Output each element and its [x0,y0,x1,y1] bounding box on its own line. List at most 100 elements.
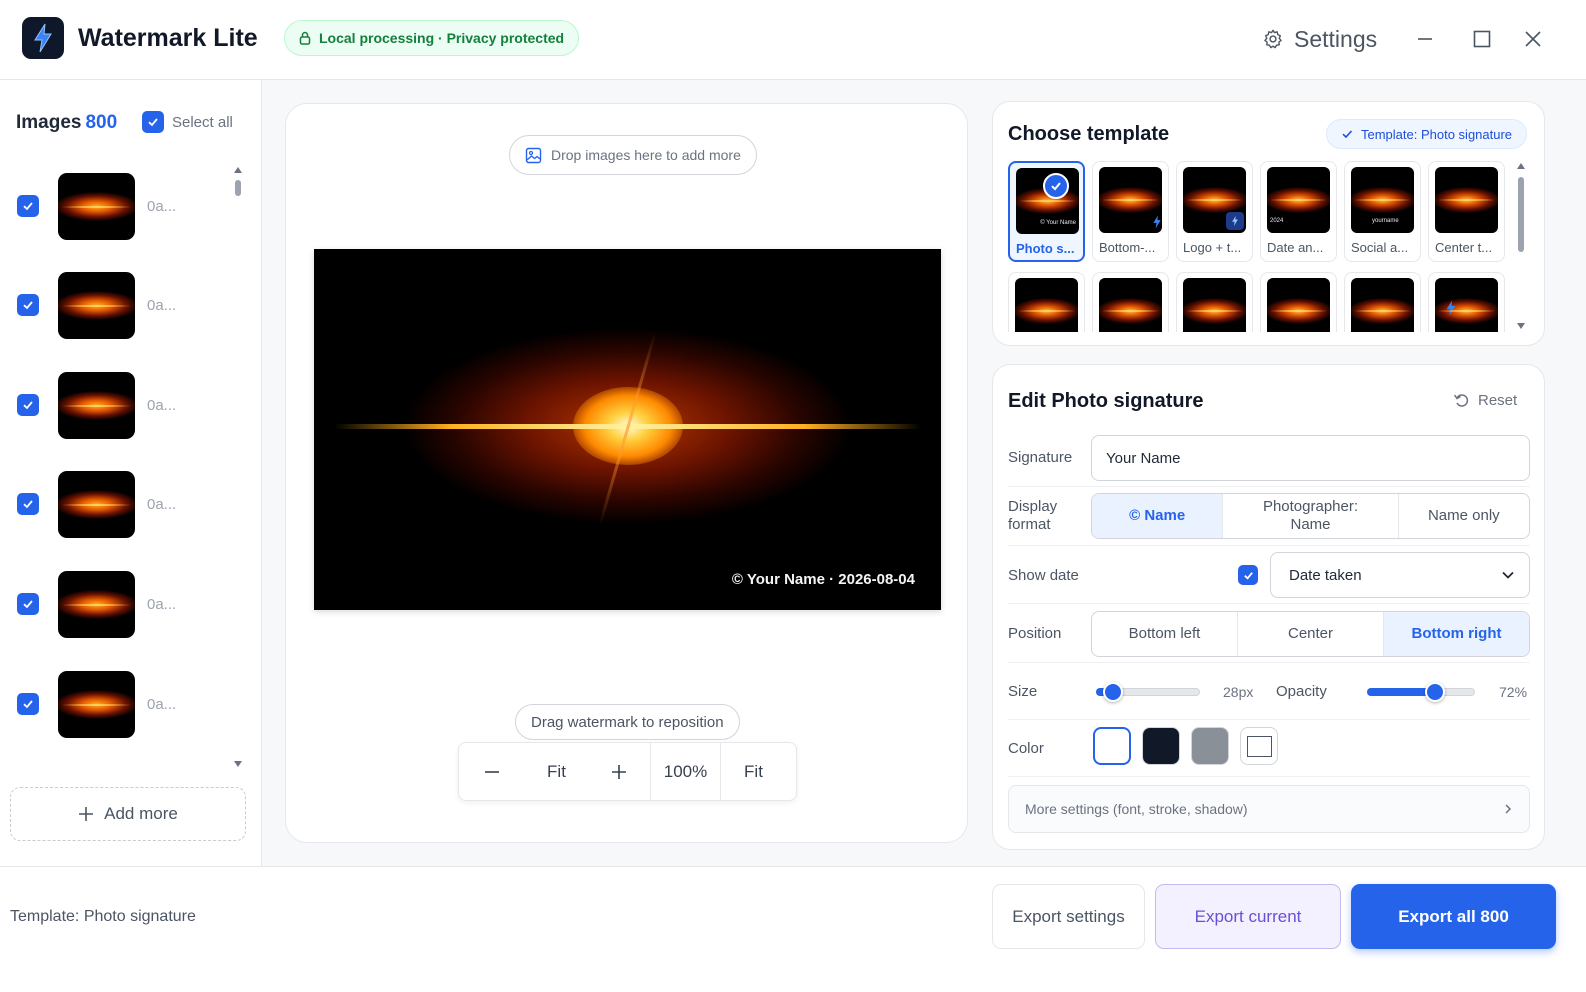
image-list-item[interactable]: 0a... [0,170,230,250]
color-swatch-white[interactable] [1093,727,1131,765]
template-card-photo-signature[interactable]: © Your Name Photo s... [1008,161,1085,262]
template-card[interactable] [1344,272,1421,332]
zoom-in-button[interactable] [588,743,650,800]
divider [1008,545,1530,546]
more-settings-label: More settings (font, stroke, shadow) [1025,801,1248,817]
fit-to-window-button[interactable]: Fit [720,743,786,800]
zoom-level[interactable]: 100% [650,743,720,800]
template-overlay-text: yourname [1372,218,1399,224]
opacity-slider[interactable] [1367,682,1475,702]
drop-zone-hint[interactable]: Drop images here to add more [509,135,757,175]
plus-icon [612,764,626,779]
more-settings-button[interactable]: More settings (font, stroke, shadow) [1008,785,1530,833]
template-overlay-text: © Your Name [1040,220,1076,226]
image-list-item[interactable]: 0a... [0,668,230,748]
scroll-down-icon[interactable] [233,760,243,768]
size-label: Size [1008,683,1038,700]
image-list-scrollbar[interactable] [233,166,243,772]
export-settings-button[interactable]: Export settings [992,884,1145,949]
image-list-item[interactable]: 0a... [0,269,230,349]
image-list-item[interactable]: 0a... [0,468,230,548]
signature-input[interactable] [1091,435,1530,481]
position-bottom-left[interactable]: Bottom left [1092,612,1237,656]
template-card[interactable] [1008,272,1085,332]
fit-button[interactable]: Fit [525,743,588,800]
export-current-button[interactable]: Export current [1155,884,1341,949]
privacy-badge: Local processing · Privacy protected [284,20,580,56]
image-checkbox[interactable] [17,294,39,316]
selected-check-icon [1043,173,1069,199]
format-option-copyright-name[interactable]: © Name [1092,494,1223,538]
template-card-center[interactable]: Center t... [1428,161,1505,262]
template-card-bottom[interactable]: Bottom-... [1092,161,1169,262]
image-checkbox[interactable] [17,195,39,217]
image-checkbox[interactable] [17,394,39,416]
template-card-social[interactable]: yourname Social a... [1344,161,1421,262]
color-swatch-outline[interactable] [1240,727,1278,765]
opacity-label: Opacity [1276,683,1327,700]
add-more-button[interactable]: Add more [10,787,246,841]
template-thumbnail: yourname [1351,167,1414,233]
show-date-checkbox[interactable] [1238,565,1258,585]
scroll-down-icon[interactable] [1516,322,1526,330]
show-date-label: Show date [1008,567,1079,584]
image-list-item[interactable]: 0a... [0,369,230,449]
color-swatch-black[interactable] [1142,727,1180,765]
position-center[interactable]: Center [1237,612,1383,656]
image-checkbox[interactable] [17,693,39,715]
checkbox-checked-icon [142,111,164,133]
divider [1008,662,1530,663]
template-name: Photo s... [1016,241,1075,256]
template-card-logo-text[interactable]: Logo + t... [1176,161,1253,262]
export-all-button[interactable]: Export all 800 [1351,884,1556,949]
scroll-up-icon[interactable] [1516,162,1526,170]
settings-button[interactable]: Settings [1262,22,1377,56]
select-all-checkbox[interactable]: Select all [142,111,233,133]
logo-badge-icon [1226,212,1244,230]
size-value: 28px [1223,684,1254,700]
image-filename: 0a... [147,198,177,215]
close-button[interactable] [1515,22,1551,56]
template-card[interactable] [1092,272,1169,332]
template-card[interactable] [1260,272,1337,332]
image-list-item[interactable]: 0a... [0,568,230,648]
minimize-button[interactable] [1407,22,1443,56]
minus-icon [485,770,499,773]
app-title: Watermark Lite [78,24,258,52]
size-slider[interactable] [1096,682,1200,702]
image-list-scroll-thumb[interactable] [235,180,241,196]
signature-label: Signature [1008,449,1073,466]
reset-button[interactable]: Reset [1453,392,1517,409]
date-source-select[interactable]: Date taken [1270,552,1530,598]
template-name: Social a... [1351,240,1409,255]
format-option-photographer-name[interactable]: Photographer: Name [1222,494,1397,538]
position-bottom-right[interactable]: Bottom right [1383,612,1529,656]
color-swatch-gray[interactable] [1191,727,1229,765]
template-scroll-thumb[interactable] [1518,177,1524,252]
maximize-button[interactable] [1464,22,1500,56]
lock-icon [299,31,311,45]
divider [1008,776,1530,777]
size-slider-knob[interactable] [1102,682,1123,702]
image-checkbox[interactable] [17,593,39,615]
image-preview[interactable]: © Your Name · 2026-08-04 [314,249,941,610]
template-grid: © Your Name Photo s... Bottom-... Logo +… [1007,160,1507,332]
template-card[interactable] [1428,272,1505,332]
template-card-date[interactable]: 2024 Date an... [1260,161,1337,262]
watermark-overlay[interactable]: © Your Name · 2026-08-04 [732,571,915,588]
image-add-icon [525,147,542,163]
image-checkbox[interactable] [17,493,39,515]
scroll-up-icon[interactable] [233,166,243,174]
image-filename: 0a... [147,496,177,513]
image-filename: 0a... [147,297,177,314]
zoom-out-button[interactable] [459,743,525,800]
template-card[interactable] [1176,272,1253,332]
color-label: Color [1008,740,1044,757]
format-option-name-only[interactable]: Name only [1397,494,1529,538]
maximize-icon [1473,30,1491,48]
template-name: Center t... [1435,240,1493,255]
opacity-value: 72% [1499,684,1528,700]
divider [1008,603,1530,604]
images-count: 800 [85,112,118,133]
opacity-slider-knob[interactable] [1425,682,1446,702]
